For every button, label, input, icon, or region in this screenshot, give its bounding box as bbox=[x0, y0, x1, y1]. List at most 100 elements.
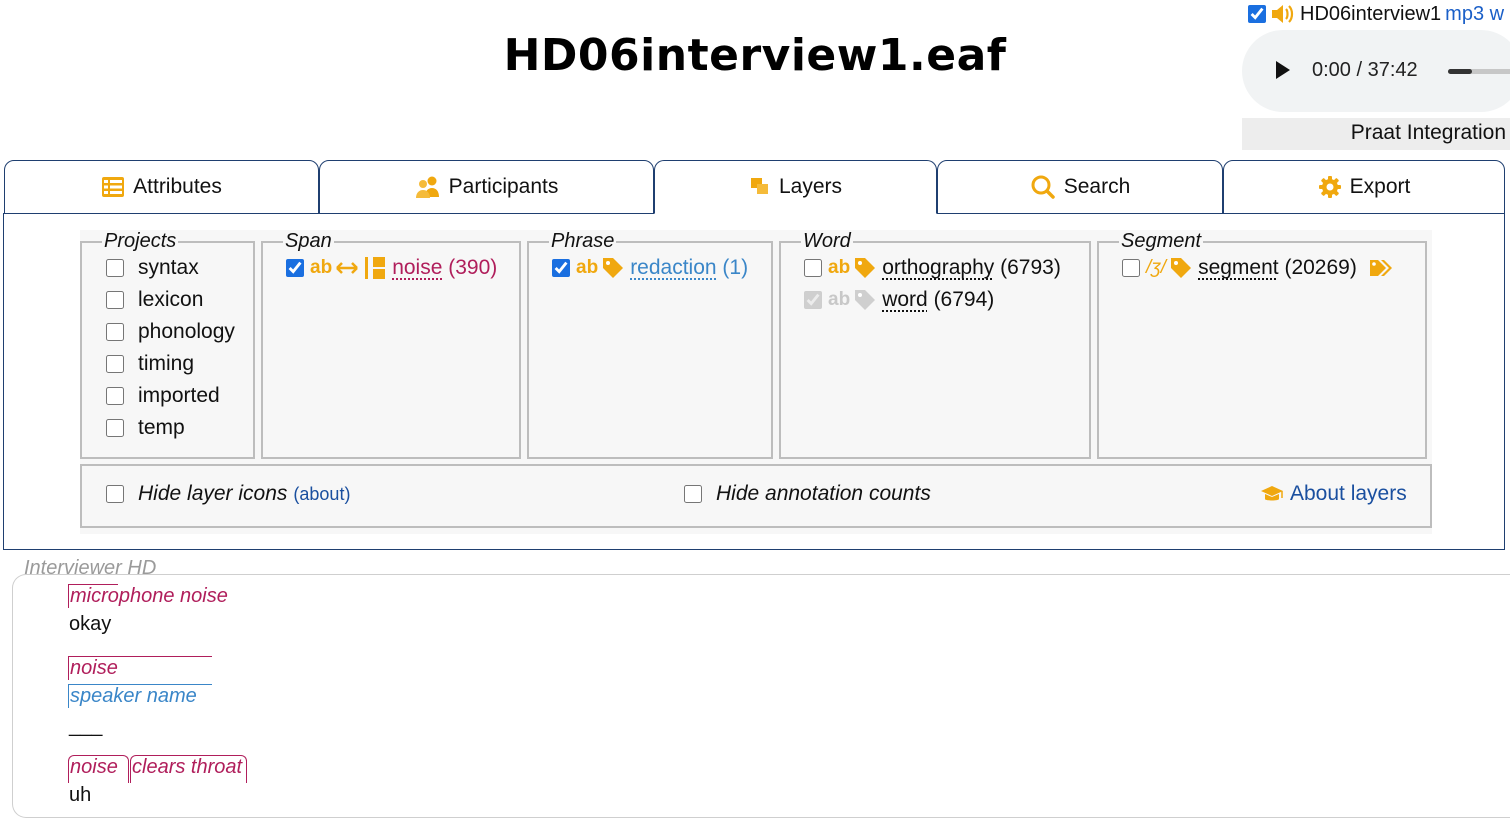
project-item-phonology[interactable]: phonology bbox=[106, 320, 235, 344]
about-layers-link[interactable]: About layers bbox=[1260, 482, 1407, 506]
media-player-panel: HD06interview1 mp3 w 0:00 / 37:42 Praat … bbox=[1242, 0, 1510, 150]
playback-progress-fill bbox=[1448, 69, 1472, 74]
span-legend: Span bbox=[283, 230, 334, 253]
layer-selector: Projects syntax lexicon phonology timing… bbox=[80, 230, 1432, 534]
about-layers-label: About layers bbox=[1290, 482, 1407, 506]
project-item-temp[interactable]: temp bbox=[106, 416, 185, 440]
tab-label: Search bbox=[1064, 175, 1131, 199]
tab-attributes[interactable]: Attributes bbox=[4, 160, 319, 214]
media-enable-checkbox[interactable] bbox=[1248, 5, 1266, 23]
speaker-name-annotation[interactable]: speaker name bbox=[68, 684, 212, 708]
project-item-syntax[interactable]: syntax bbox=[106, 256, 199, 280]
project-checkbox[interactable] bbox=[106, 291, 124, 309]
noise-annotation[interactable]: microphone noise bbox=[68, 584, 118, 608]
word-legend: Word bbox=[801, 230, 853, 253]
layer-name[interactable]: word bbox=[882, 288, 928, 312]
speaker-icon bbox=[1270, 2, 1296, 26]
clears-throat-annotation[interactable]: clears throat bbox=[130, 755, 247, 783]
table-icon bbox=[101, 176, 125, 198]
alphanumeric-icon: ab bbox=[576, 257, 598, 279]
alphanumeric-icon: ab bbox=[828, 289, 850, 311]
noise-annotation[interactable]: noise bbox=[68, 656, 212, 680]
hide-layer-icons-label: Hide layer icons bbox=[138, 482, 287, 506]
hide-annotation-counts-checkbox[interactable] bbox=[684, 485, 702, 503]
tab-label: Attributes bbox=[133, 175, 222, 199]
layer-item-noise[interactable]: ab noise (390) bbox=[286, 256, 497, 280]
people-icon bbox=[415, 175, 441, 199]
project-checkbox[interactable] bbox=[106, 387, 124, 405]
layer-name[interactable]: redaction bbox=[630, 256, 716, 280]
tab-layers[interactable]: Layers bbox=[654, 160, 937, 214]
alphanumeric-icon: ab bbox=[310, 257, 332, 279]
praat-integration-label[interactable]: Praat Integration bbox=[1242, 118, 1510, 150]
layer-item-segment[interactable]: /ʒ/ segment (20269) bbox=[1122, 256, 1401, 280]
layer-item-word[interactable]: ab word (6794) bbox=[804, 288, 994, 312]
phrase-legend: Phrase bbox=[549, 230, 616, 253]
project-checkbox[interactable] bbox=[106, 355, 124, 373]
project-item-lexicon[interactable]: lexicon bbox=[106, 288, 203, 312]
annotation-count: (6794) bbox=[934, 288, 995, 312]
media-file-header: HD06interview1 mp3 w bbox=[1248, 2, 1504, 26]
tag-icon bbox=[854, 289, 876, 311]
layer-checkbox[interactable] bbox=[804, 259, 822, 277]
projects-legend: Projects bbox=[102, 230, 178, 253]
noise-annotation[interactable]: noise bbox=[68, 755, 129, 783]
ipa-icon: /ʒ/ bbox=[1146, 257, 1166, 279]
play-icon[interactable] bbox=[1276, 61, 1290, 79]
layer-checkbox[interactable] bbox=[286, 259, 304, 277]
annotation-count: (1) bbox=[722, 256, 748, 280]
transcript-word[interactable]: uh bbox=[69, 784, 91, 807]
layer-item-orthography[interactable]: ab orthography (6793) bbox=[804, 256, 1061, 280]
project-label: lexicon bbox=[138, 288, 203, 312]
tags-icon bbox=[1369, 258, 1395, 278]
hide-layer-icons-option[interactable]: Hide layer icons (about) bbox=[106, 482, 350, 506]
hide-annotation-counts-label: Hide annotation counts bbox=[716, 482, 931, 506]
search-icon bbox=[1030, 174, 1056, 200]
alphanumeric-icon: ab bbox=[828, 257, 850, 279]
project-checkbox[interactable] bbox=[106, 419, 124, 437]
graduation-cap-icon bbox=[1260, 484, 1284, 504]
gear-icon bbox=[1318, 175, 1342, 199]
tag-icon bbox=[1170, 257, 1192, 279]
interval-icon bbox=[364, 256, 386, 280]
span-arrows-icon bbox=[336, 260, 358, 276]
tab-bar: Attributes Participants Layers Search Ex… bbox=[4, 160, 1506, 214]
project-label: imported bbox=[138, 384, 220, 408]
transcript-word[interactable]: okay bbox=[69, 613, 111, 636]
media-file-type-link[interactable]: mp3 w bbox=[1445, 3, 1504, 26]
project-checkbox[interactable] bbox=[106, 323, 124, 341]
layer-name[interactable]: segment bbox=[1198, 256, 1279, 280]
tab-participants[interactable]: Participants bbox=[319, 160, 654, 214]
annotation-count: (390) bbox=[448, 256, 497, 280]
transcript-word[interactable]: ___ bbox=[69, 715, 102, 738]
annotation-count: (20269) bbox=[1284, 256, 1356, 280]
project-label: phonology bbox=[138, 320, 235, 344]
playback-progress-bar[interactable] bbox=[1448, 69, 1510, 74]
layer-name[interactable]: orthography bbox=[882, 256, 994, 280]
tab-label: Export bbox=[1350, 175, 1411, 199]
layer-item-redaction[interactable]: ab redaction (1) bbox=[552, 256, 748, 280]
layer-checkbox[interactable] bbox=[552, 259, 570, 277]
layer-options: Hide layer icons (about) Hide annotation… bbox=[80, 464, 1432, 528]
tab-export[interactable]: Export bbox=[1223, 160, 1505, 214]
project-item-timing[interactable]: timing bbox=[106, 352, 194, 376]
playback-time: 0:00 / 37:42 bbox=[1312, 59, 1418, 82]
tag-icon bbox=[602, 257, 624, 279]
tag-icon bbox=[854, 257, 876, 279]
layer-checkbox[interactable] bbox=[1122, 259, 1140, 277]
hide-annotation-counts-option[interactable]: Hide annotation counts bbox=[684, 482, 931, 506]
project-label: temp bbox=[138, 416, 185, 440]
transcript-panel: microphone noise okay noise speaker name… bbox=[12, 574, 1510, 818]
about-icons-link[interactable]: (about) bbox=[293, 484, 350, 505]
layer-name[interactable]: noise bbox=[392, 256, 442, 280]
layer-checkbox bbox=[804, 291, 822, 309]
media-file-name[interactable]: HD06interview1 bbox=[1300, 3, 1441, 26]
project-item-imported[interactable]: imported bbox=[106, 384, 220, 408]
tab-search[interactable]: Search bbox=[937, 160, 1223, 214]
hide-layer-icons-checkbox[interactable] bbox=[106, 485, 124, 503]
tab-label: Participants bbox=[449, 175, 559, 199]
segment-legend: Segment bbox=[1119, 230, 1203, 253]
project-checkbox[interactable] bbox=[106, 259, 124, 277]
annotation-count: (6793) bbox=[1000, 256, 1061, 280]
layers-icon bbox=[749, 176, 771, 198]
